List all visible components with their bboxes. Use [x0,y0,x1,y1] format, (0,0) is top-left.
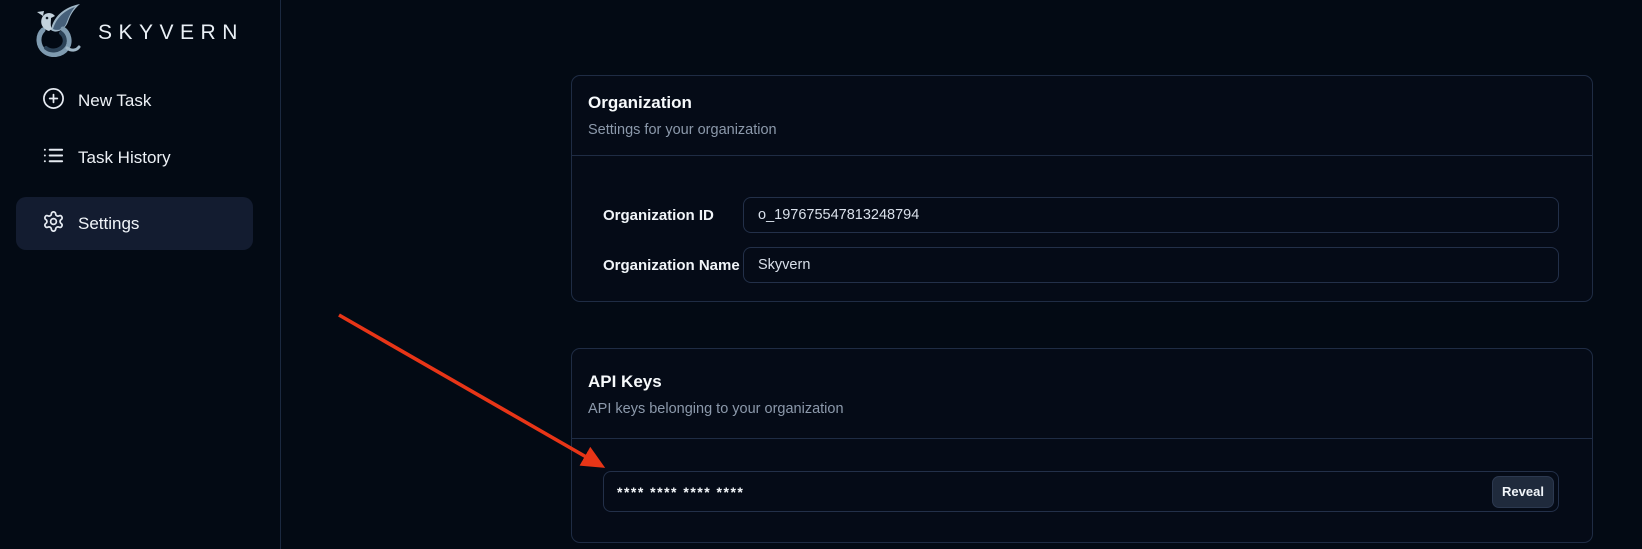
skyvern-logo[interactable]: SKYVERN [27,3,244,62]
card-title: API Keys [588,371,1576,393]
organization-id-input[interactable] [743,197,1559,233]
sidebar: SKYVERN New Task Task History [0,0,281,549]
organization-card-body: Organization ID Organization Name [572,156,1592,283]
sidebar-item-new-task[interactable]: New Task [42,89,151,113]
card-subtitle: API keys belonging to your organization [588,399,1576,419]
api-keys-card-header: API Keys API keys belonging to your orga… [572,349,1592,439]
sidebar-item-task-history[interactable]: Task History [42,146,171,170]
masked-api-key: **** **** **** **** [617,484,744,500]
api-key-input[interactable]: **** **** **** **** Reveal [603,471,1559,512]
sidebar-item-settings[interactable]: Settings [16,197,253,250]
api-keys-card-body: **** **** **** **** Reveal [572,439,1592,512]
card-subtitle: Settings for your organization [588,120,1576,140]
sidebar-item-label: Settings [78,214,139,234]
list-icon [42,144,65,172]
card-title: Organization [588,92,1576,114]
sidebar-item-label: New Task [78,91,151,111]
sidebar-item-label: Task History [78,148,171,168]
organization-card-header: Organization Settings for your organizat… [572,76,1592,156]
organization-id-row: Organization ID [603,197,1559,233]
organization-name-label: Organization Name [603,257,743,274]
gear-icon [42,210,65,238]
settings-page: SKYVERN New Task Task History [0,0,1642,549]
organization-name-row: Organization Name [603,247,1559,283]
organization-card: Organization Settings for your organizat… [571,75,1593,302]
organization-id-label: Organization ID [603,207,743,224]
api-keys-card: API Keys API keys belonging to your orga… [571,348,1593,543]
plus-circle-icon [42,87,65,115]
dragon-logo-icon [27,3,85,62]
organization-name-input[interactable] [743,247,1559,283]
reveal-button[interactable]: Reveal [1492,476,1554,508]
brand-name: SKYVERN [98,21,244,45]
